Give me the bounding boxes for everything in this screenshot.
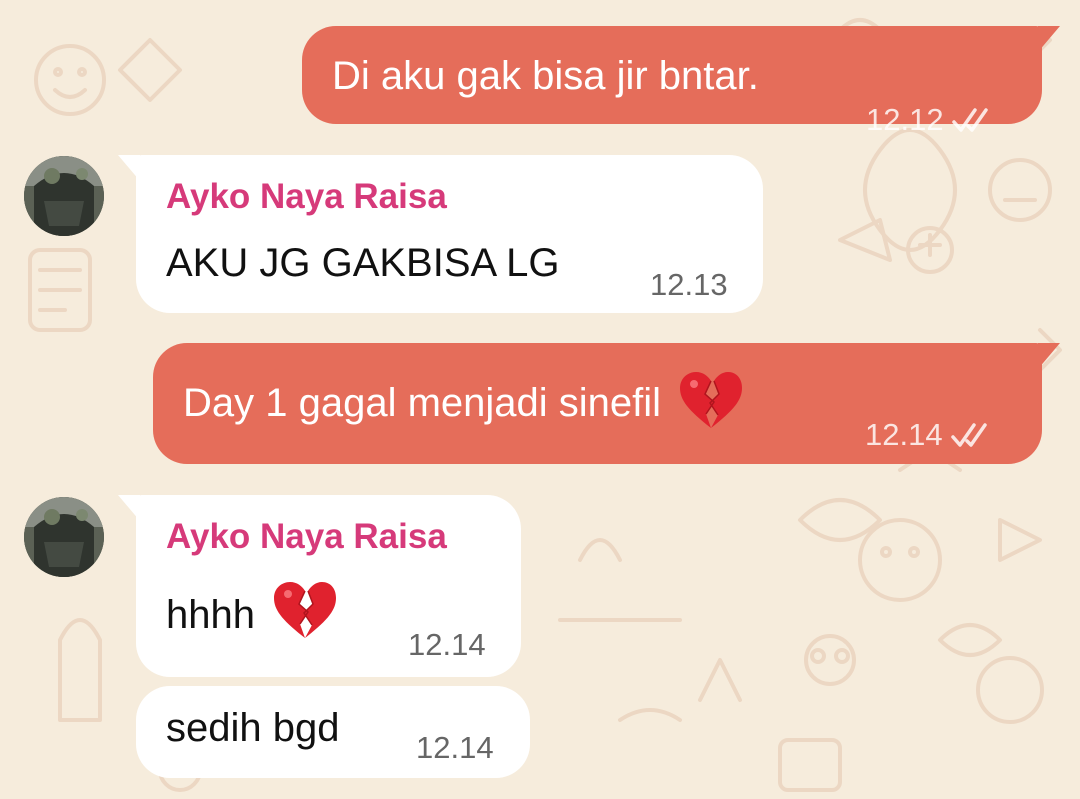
message-time: 12.14 xyxy=(408,627,486,662)
message-text: Day 1 gagal menjadi sinefil xyxy=(183,381,662,425)
message-text: Di aku gak bisa jir bntar. xyxy=(332,54,759,98)
message-meta: 12.14 xyxy=(408,627,486,663)
avatar[interactable] xyxy=(24,497,104,577)
broken-heart-icon xyxy=(680,372,743,429)
broken-heart-icon xyxy=(274,582,337,639)
message-meta: 12.12 xyxy=(866,102,998,138)
double-check-icon xyxy=(951,108,988,132)
message-meta: 12.14 xyxy=(416,730,494,766)
bubble-tail xyxy=(1038,343,1060,369)
incoming-message[interactable]: Ayko Naya Raisa hhhh 12.14 xyxy=(118,495,521,677)
incoming-message[interactable]: sedih bgd 12.14 xyxy=(136,686,530,778)
double-check-icon xyxy=(950,423,987,447)
message-text-row: Day 1 gagal menjadi sinefil xyxy=(183,372,744,430)
message-text: sedih bgd xyxy=(166,706,340,750)
message-text: AKU JG GAKBISA LG xyxy=(166,241,560,285)
bubble-tail xyxy=(118,495,140,521)
incoming-message[interactable]: Ayko Naya Raisa AKU JG GAKBISA LG 12.13 xyxy=(118,155,763,313)
message-time: 12.14 xyxy=(865,417,943,452)
avatar[interactable] xyxy=(24,156,104,236)
sender-name[interactable]: Ayko Naya Raisa xyxy=(166,177,447,217)
outgoing-message[interactable]: Di aku gak bisa jir bntar. 12.12 xyxy=(302,26,1060,137)
message-text-row: hhhh xyxy=(166,582,338,640)
message-meta: 12.14 xyxy=(865,417,997,453)
avatar-image xyxy=(24,497,104,577)
message-text: hhhh xyxy=(166,593,255,637)
avatar-image xyxy=(24,156,104,236)
message-meta: 12.13 xyxy=(650,267,728,303)
message-time: 12.12 xyxy=(866,102,944,137)
outgoing-message[interactable]: Day 1 gagal menjadi sinefil 12.14 xyxy=(153,343,1060,464)
message-time: 12.13 xyxy=(650,267,728,302)
bubble-tail xyxy=(1038,26,1060,52)
message-time: 12.14 xyxy=(416,730,494,765)
bubble-tail xyxy=(118,155,140,181)
sender-name[interactable]: Ayko Naya Raisa xyxy=(166,517,447,557)
